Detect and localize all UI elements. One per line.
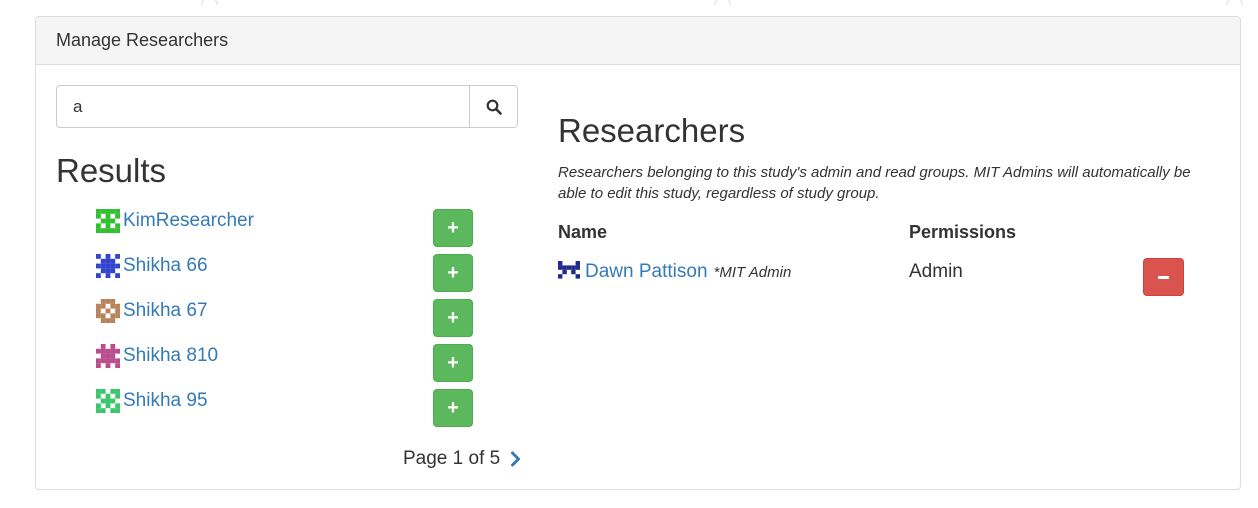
researchers-description: Researchers belonging to this study's ad… xyxy=(558,164,1191,202)
column-header-permissions: Permissions xyxy=(909,222,1017,242)
add-researcher-button[interactable]: + xyxy=(433,389,473,427)
column-header-name: Name xyxy=(558,222,608,242)
background-decoration: ◠ xyxy=(1225,0,1245,17)
researcher-name: Shikha 67 xyxy=(123,300,208,321)
researcher-name: KimResearcher xyxy=(123,210,254,231)
next-page-button[interactable] xyxy=(510,451,521,467)
researcher-link[interactable]: Shikha 810 xyxy=(96,344,218,368)
pagination: Page 1 of 5 xyxy=(403,448,521,470)
identicon-avatar xyxy=(96,344,120,368)
page-indicator: Page 1 of 5 xyxy=(403,448,501,469)
add-researcher-button[interactable]: + xyxy=(433,344,473,382)
add-researcher-button[interactable]: + xyxy=(433,209,473,247)
chevron-right-icon xyxy=(511,451,521,467)
search-input[interactable] xyxy=(56,85,469,128)
researcher-name: Shikha 95 xyxy=(123,390,208,411)
panel-heading: Manage Researchers xyxy=(36,17,1240,65)
researcher-link[interactable]: Shikha 67 xyxy=(96,299,208,323)
plus-icon: + xyxy=(447,216,459,239)
researcher-link[interactable]: Shikha 95 xyxy=(96,389,208,413)
plus-icon: + xyxy=(447,306,459,329)
minus-icon xyxy=(1158,275,1169,279)
add-researcher-button[interactable]: + xyxy=(433,254,473,292)
list-item: KimResearcher + xyxy=(96,207,476,252)
panel-title: Manage Researchers xyxy=(56,30,229,50)
researcher-name: Shikha 810 xyxy=(123,345,219,366)
plus-icon: + xyxy=(447,261,459,284)
plus-icon: + xyxy=(447,351,459,374)
list-item: Shikha 95 + xyxy=(96,387,476,432)
identicon-avatar xyxy=(558,261,580,279)
add-researcher-button[interactable]: + xyxy=(433,299,473,337)
researcher-link[interactable]: Dawn Pattison xyxy=(585,261,708,283)
list-item: Shikha 810 + xyxy=(96,342,476,387)
results-list: KimResearcher + Shikha 66 + Shikha 67 + … xyxy=(96,207,476,432)
search-icon xyxy=(486,99,502,115)
plus-icon: + xyxy=(447,396,459,419)
researcher-link[interactable]: KimResearcher xyxy=(96,209,254,233)
list-item: Shikha 67 + xyxy=(96,297,476,342)
permission-value: Admin xyxy=(909,261,963,282)
researcher-name: Shikha 66 xyxy=(123,255,208,276)
identicon-avatar xyxy=(96,209,120,233)
researchers-heading: Researchers xyxy=(558,112,746,149)
admin-tag: *MIT Admin xyxy=(713,263,792,281)
researcher-link[interactable]: Shikha 66 xyxy=(96,254,208,278)
search-button[interactable] xyxy=(469,85,518,128)
table-row: Dawn Pattison *MIT Admin xyxy=(558,261,791,283)
search-group xyxy=(56,85,518,128)
identicon-avatar xyxy=(96,389,120,413)
remove-researcher-button[interactable] xyxy=(1143,258,1184,296)
background-decoration: ◠ xyxy=(200,0,220,17)
list-item: Shikha 66 + xyxy=(96,252,476,297)
identicon-avatar xyxy=(96,254,120,278)
identicon-avatar xyxy=(96,299,120,323)
manage-researchers-panel: Manage Researchers Results KimResearcher… xyxy=(35,16,1241,490)
results-heading: Results xyxy=(56,152,167,189)
background-decoration: ◠ xyxy=(713,0,733,17)
